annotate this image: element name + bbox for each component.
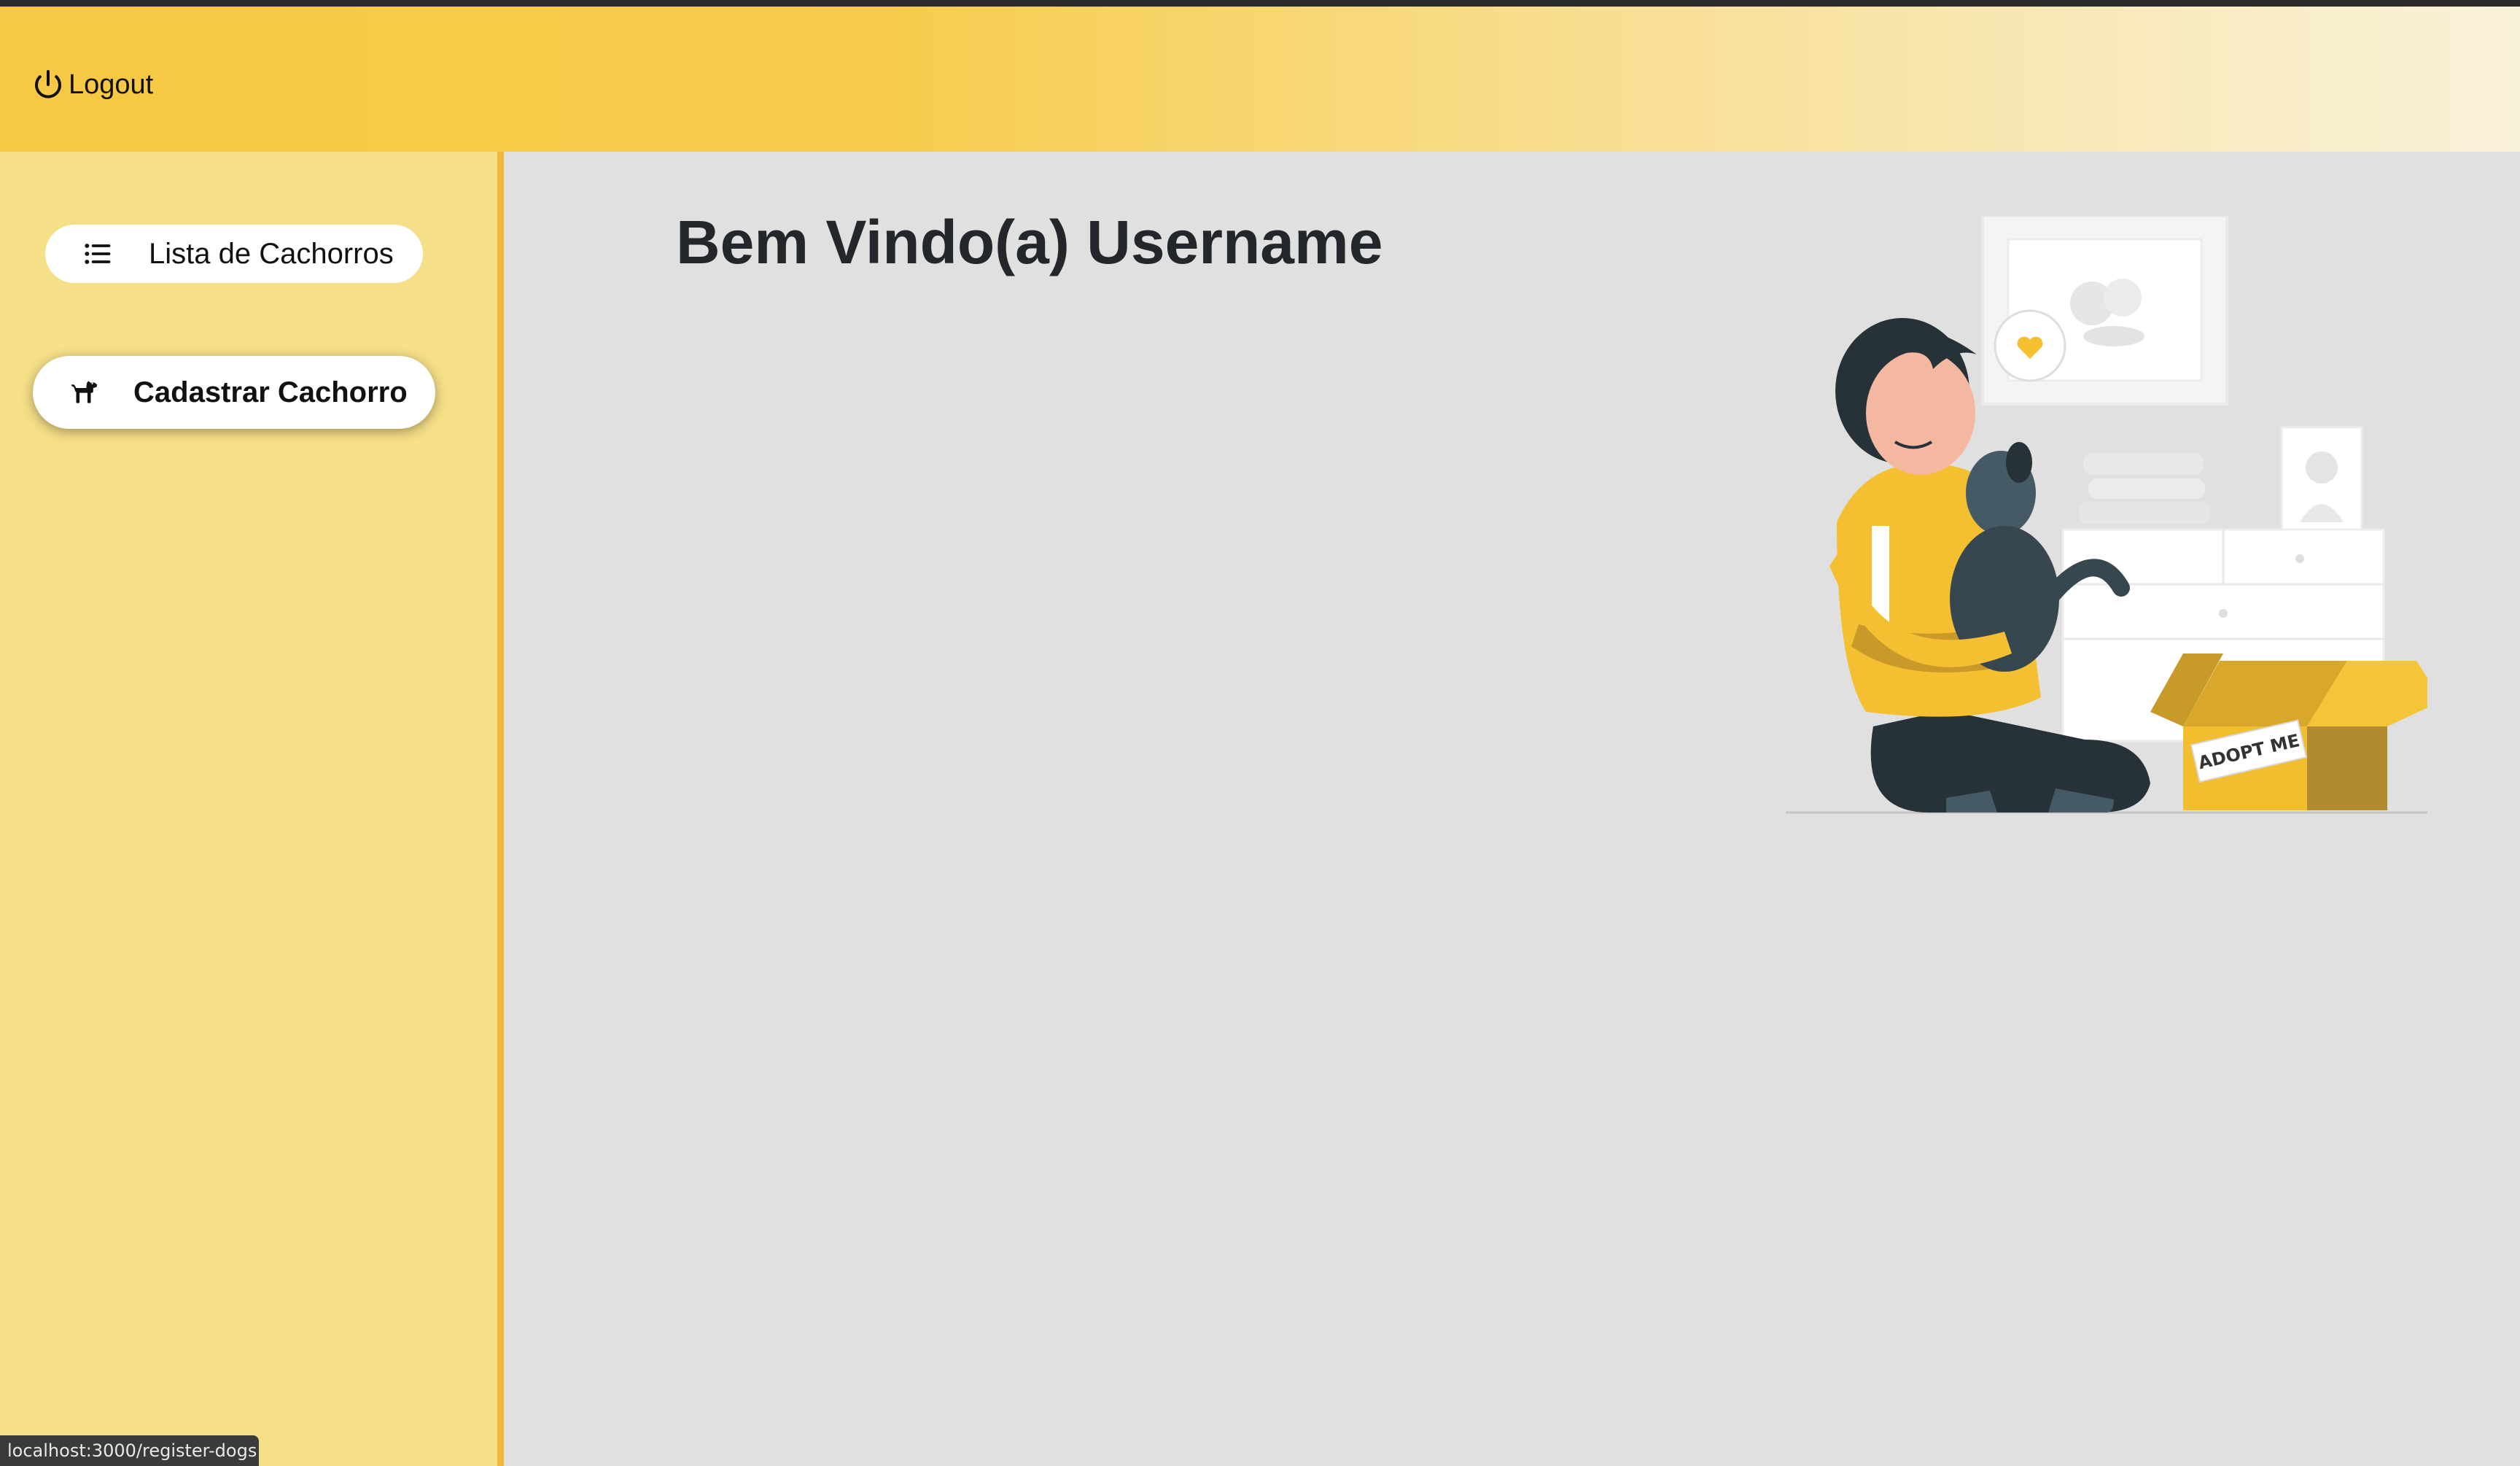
window-top-border bbox=[0, 0, 2520, 7]
sidebar: Lista de Cachorros Cadastrar Cachorro bbox=[0, 152, 504, 1466]
sidebar-item-dog-list[interactable]: Lista de Cachorros bbox=[45, 225, 423, 283]
browser-status-url: localhost:3000/register-dogs bbox=[0, 1435, 259, 1466]
main-content: Bem Vindo(a) Username ADOPT ME bbox=[504, 152, 2520, 1466]
sidebar-item-label: Cadastrar Cachorro bbox=[133, 376, 408, 408]
list-icon bbox=[79, 235, 117, 273]
dog-icon bbox=[65, 372, 106, 413]
logout-button[interactable]: Logout bbox=[31, 61, 153, 109]
sidebar-item-label: Lista de Cachorros bbox=[149, 237, 394, 270]
top-header: Logout bbox=[0, 7, 2520, 152]
sidebar-item-register-dog[interactable]: Cadastrar Cachorro bbox=[33, 356, 435, 429]
page-title: Bem Vindo(a) Username bbox=[676, 208, 1383, 276]
logout-label: Logout bbox=[69, 69, 154, 100]
power-icon bbox=[35, 70, 61, 98]
adopt-dog-illustration: ADOPT ME bbox=[1786, 216, 2427, 814]
